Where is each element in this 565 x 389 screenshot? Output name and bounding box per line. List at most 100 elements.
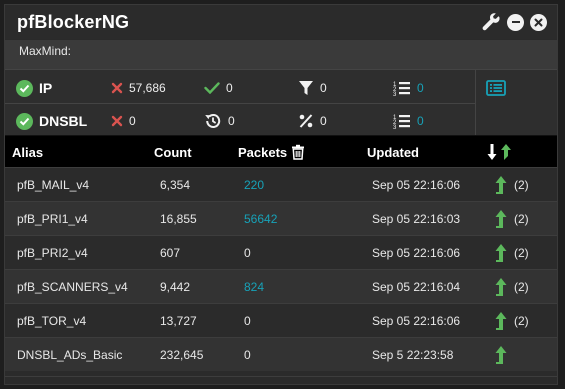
rules-count: (2) — [514, 314, 529, 328]
table-header: Alias Count Packets Updated — [5, 135, 557, 167]
alias-table-body: pfB_MAIL_v4 6,354 220 Sep 05 22:16:06 (2) pfB… — [5, 167, 557, 371]
widget-title: pfBlockerNG — [17, 11, 130, 32]
dnsbl-percent[interactable]: 0 — [298, 105, 327, 137]
trash-icon[interactable] — [291, 144, 305, 160]
level-up-icon — [495, 312, 507, 330]
alias-cell: DNSBL_ADs_Basic — [17, 348, 123, 362]
ip-blocked[interactable]: 57,686 — [111, 72, 166, 104]
ip-permitted-count: 0 — [226, 81, 233, 95]
packets-cell: 0 — [244, 246, 251, 260]
list-alt-icon — [486, 80, 506, 96]
count-cell: 607 — [160, 246, 181, 260]
rules-cell[interactable]: (2) — [494, 270, 529, 304]
dnsbl-label: DNSBL — [39, 113, 88, 129]
ip-alias-count-value: 0 — [417, 81, 424, 95]
col-alias[interactable]: Alias — [12, 136, 43, 168]
dnsbl-history[interactable]: 0 — [204, 105, 235, 137]
packets-cell: 0 — [244, 348, 251, 362]
alias-cell: pfB_PRI2_v4 — [17, 246, 88, 260]
level-up-icon — [495, 244, 507, 262]
packets-cell[interactable]: 56642 — [244, 202, 277, 236]
dnsbl-blocked-count: 0 — [129, 114, 136, 128]
rules-cell[interactable]: (2) — [494, 304, 529, 338]
ip-label: IP — [39, 80, 53, 96]
alias-cell: pfB_TOR_v4 — [17, 314, 87, 328]
widget-header: pfBlockerNG — [5, 5, 557, 39]
check-circle-icon — [16, 79, 33, 97]
count-cell: 232,645 — [160, 348, 204, 362]
dnsbl-alias-count[interactable]: 1 2 3 0 — [393, 105, 424, 137]
percent-icon — [299, 114, 313, 128]
updated-cell: Sep 05 22:16:06 — [372, 314, 461, 328]
x-icon — [111, 115, 123, 127]
rules-count: (2) — [514, 246, 529, 260]
alias-cell: pfB_PRI1_v4 — [17, 212, 88, 226]
col-rules[interactable] — [487, 136, 513, 168]
alias-cell: pfB_SCANNERS_v4 — [17, 280, 128, 294]
dnsbl-history-count: 0 — [228, 114, 235, 128]
level-up-icon — [495, 210, 507, 228]
count-cell: 9,442 — [160, 280, 191, 294]
level-up-icon — [495, 176, 507, 194]
pfblockerng-widget: pfBlockerNG MaxMind: IP 57,686 0 0 1 2 3… — [4, 4, 558, 385]
widget-footer — [5, 376, 557, 384]
filter-icon — [299, 81, 313, 95]
col-updated[interactable]: Updated — [367, 136, 419, 168]
table-row: pfB_PRI2_v4 607 0 Sep 05 22:16:06 (2) — [5, 235, 557, 269]
updated-cell: Sep 05 22:16:03 — [372, 212, 461, 226]
minimize-icon[interactable] — [507, 13, 524, 31]
rules-cell[interactable]: (2) — [494, 202, 529, 236]
check-circle-icon — [16, 112, 33, 130]
updated-cell: Sep 5 22:23:58 — [372, 348, 454, 362]
ip-match[interactable]: 0 — [298, 72, 327, 104]
x-icon — [111, 82, 123, 94]
updated-cell: Sep 05 22:16:04 — [372, 280, 461, 294]
header-actions — [481, 12, 547, 32]
table-row: pfB_MAIL_v4 6,354 220 Sep 05 22:16:06 (2) — [5, 167, 557, 201]
svg-text:3: 3 — [393, 92, 397, 96]
alias-cell: pfB_MAIL_v4 — [17, 178, 90, 192]
dnsbl-percent-count: 0 — [320, 114, 327, 128]
col-count[interactable]: Count — [154, 136, 192, 168]
count-cell: 13,727 — [160, 314, 197, 328]
dnsbl-alias-count-value: 0 — [417, 114, 424, 128]
updated-cell: Sep 05 22:16:06 — [372, 246, 461, 260]
svg-text:3: 3 — [393, 125, 397, 129]
table-row: DNSBL_ADs_Basic 232,645 0 Sep 5 22:23:58 — [5, 337, 557, 371]
maxmind-label: MaxMind: — [5, 39, 557, 69]
table-row: pfB_SCANNERS_v4 9,442 824 Sep 05 22:16:04 (2… — [5, 269, 557, 303]
ip-permitted[interactable]: 0 — [204, 72, 233, 104]
level-up-icon — [495, 346, 507, 364]
rules-count: (2) — [514, 178, 529, 192]
ip-alias-count[interactable]: 1 2 3 0 — [393, 72, 424, 104]
dnsbl-blocked[interactable]: 0 — [111, 105, 136, 137]
rules-cell[interactable]: (2) — [494, 236, 529, 270]
ip-status: IP — [16, 72, 52, 104]
packets-cell[interactable]: 824 — [244, 270, 264, 304]
col-packets[interactable]: Packets — [238, 136, 305, 168]
updated-cell: Sep 05 22:16:06 — [372, 178, 461, 192]
ip-match-count: 0 — [320, 81, 327, 95]
view-list-button[interactable] — [486, 72, 506, 104]
wrench-icon[interactable] — [481, 12, 501, 32]
ip-blocked-count: 57,686 — [129, 81, 166, 95]
dnsbl-status: DNSBL — [16, 105, 87, 137]
stats-vertical-divider — [475, 70, 476, 136]
stats-panel: IP 57,686 0 0 1 2 3 0 DNSBL 0 0 0 1 2 3 … — [5, 69, 557, 137]
count-cell: 6,354 — [160, 178, 191, 192]
sort-arrows-icon — [487, 144, 511, 160]
packets-cell[interactable]: 220 — [244, 168, 264, 202]
col-packets-label: Packets — [238, 144, 288, 160]
rules-count: (2) — [514, 280, 529, 294]
level-up-icon — [495, 278, 507, 296]
close-icon[interactable] — [530, 13, 547, 31]
count-cell: 16,855 — [160, 212, 197, 226]
check-icon — [204, 82, 220, 94]
ordered-list-icon: 1 2 3 — [393, 82, 410, 96]
table-row: pfB_PRI1_v4 16,855 56642 Sep 05 22:16:03 (2) — [5, 201, 557, 235]
rules-cell[interactable]: (2) — [494, 168, 529, 202]
packets-cell: 0 — [244, 314, 251, 328]
history-icon — [205, 114, 221, 128]
rules-cell[interactable] — [494, 338, 514, 372]
ordered-list-icon: 1 2 3 — [393, 115, 410, 129]
